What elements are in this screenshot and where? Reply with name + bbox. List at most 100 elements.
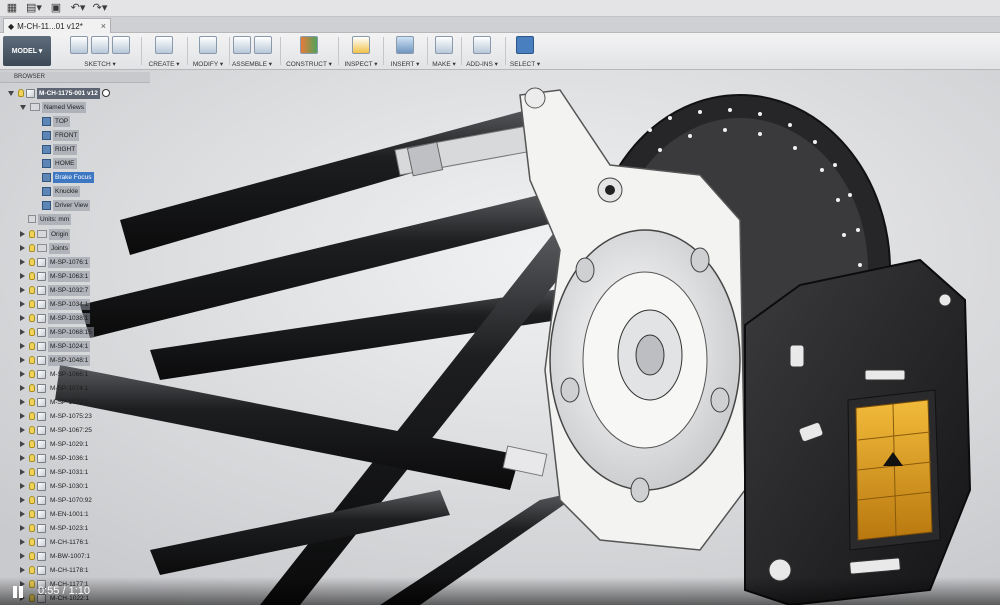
visibility-bulb-icon[interactable]: [29, 552, 35, 560]
visibility-bulb-icon[interactable]: [29, 412, 35, 420]
visibility-bulb-icon[interactable]: [29, 258, 35, 266]
expand-icon[interactable]: [20, 231, 25, 237]
visibility-bulb-icon[interactable]: [29, 510, 35, 518]
expand-icon[interactable]: [20, 427, 25, 433]
print-icon[interactable]: [435, 36, 453, 54]
visibility-bulb-icon[interactable]: [29, 538, 35, 546]
line-icon[interactable]: [91, 36, 109, 54]
component-item[interactable]: M-SP-1022:1: [20, 396, 90, 408]
visibility-bulb-icon[interactable]: [29, 524, 35, 532]
named-view-item[interactable]: Knuckle: [42, 185, 81, 197]
expand-icon[interactable]: [20, 273, 25, 279]
visibility-bulb-icon[interactable]: [29, 482, 35, 490]
component-item[interactable]: M-BW-1007:1: [20, 550, 92, 562]
component-item[interactable]: M-CH-1176:1: [20, 536, 91, 548]
component-item[interactable]: M-SP-1048:1: [20, 354, 91, 366]
expand-icon[interactable]: [20, 441, 25, 447]
visibility-bulb-icon[interactable]: [29, 370, 35, 378]
origin-folder[interactable]: Origin: [20, 228, 71, 240]
component-item[interactable]: M-SP-1076:1: [20, 256, 91, 268]
insert-group[interactable]: INSERT ▾: [386, 35, 424, 68]
expand-icon[interactable]: [20, 483, 25, 489]
redo-icon[interactable]: ↷▾: [92, 1, 108, 16]
named-view-item[interactable]: HOME: [42, 157, 77, 169]
visibility-bulb-icon[interactable]: [29, 566, 35, 574]
collapse-icon[interactable]: [8, 90, 14, 96]
named-view-item[interactable]: Driver View: [42, 199, 91, 211]
joints-folder[interactable]: Joints: [20, 242, 70, 254]
visibility-bulb-icon[interactable]: [18, 89, 24, 97]
expand-icon[interactable]: [20, 287, 25, 293]
visibility-bulb-icon[interactable]: [29, 496, 35, 504]
component-item[interactable]: M-SP-1074:1: [20, 382, 90, 394]
component-item[interactable]: M-SP-1066:1: [20, 368, 90, 380]
component-item[interactable]: M-SP-1032:7: [20, 284, 91, 296]
pause-icon[interactable]: [12, 586, 24, 598]
expand-icon[interactable]: [20, 413, 25, 419]
expand-icon[interactable]: [20, 469, 25, 475]
named-view-item[interactable]: RIGHT: [42, 143, 78, 155]
visibility-bulb-icon[interactable]: [29, 454, 35, 462]
visibility-bulb-icon[interactable]: [29, 328, 35, 336]
measure-icon[interactable]: [352, 36, 370, 54]
expand-icon[interactable]: [20, 497, 25, 503]
expand-icon[interactable]: [20, 371, 25, 377]
scripts-icon[interactable]: [473, 36, 491, 54]
expand-icon[interactable]: [20, 525, 25, 531]
named-view-item[interactable]: TOP: [42, 115, 71, 127]
visibility-bulb-icon[interactable]: [29, 342, 35, 350]
workspace-switcher[interactable]: MODEL ▾: [3, 36, 51, 66]
expand-icon[interactable]: [20, 357, 25, 363]
expand-icon[interactable]: [20, 343, 25, 349]
close-tab-icon[interactable]: ×: [101, 21, 106, 31]
construct-group[interactable]: CONSTRUCT ▾: [284, 35, 334, 68]
named-views-folder[interactable]: Named Views: [20, 101, 86, 113]
assemble-group[interactable]: ASSEMBLE ▾: [230, 35, 274, 68]
component-item[interactable]: M-SP-1067:25: [20, 424, 94, 436]
expand-icon[interactable]: [20, 245, 25, 251]
visibility-bulb-icon[interactable]: [29, 286, 35, 294]
named-view-item[interactable]: FRONT: [42, 129, 80, 141]
expand-icon[interactable]: [20, 301, 25, 307]
units-item[interactable]: Units: mm: [28, 213, 72, 225]
component-item[interactable]: M-SP-1075:23: [20, 410, 94, 422]
create-group[interactable]: CREATE ▾: [144, 35, 184, 68]
expand-icon[interactable]: [20, 511, 25, 517]
expand-icon[interactable]: [20, 567, 25, 573]
grid-icon[interactable]: ▦: [4, 1, 20, 16]
file-icon[interactable]: ▤▾: [26, 1, 42, 16]
component-item[interactable]: M-SP-1024:1: [20, 340, 91, 352]
tree-root[interactable]: M-CH-1175-001 v12: [8, 87, 110, 99]
component-item[interactable]: M-SP-1031:1: [20, 466, 90, 478]
plane-icon[interactable]: [300, 36, 318, 54]
component-item[interactable]: M-CH-1178:1: [20, 564, 91, 576]
browser-header[interactable]: BROWSER: [0, 72, 150, 83]
component-item[interactable]: M-SP-1036:1: [20, 452, 90, 464]
component-item[interactable]: M-SP-1029:1: [20, 438, 90, 450]
visibility-bulb-icon[interactable]: [29, 314, 35, 322]
expand-icon[interactable]: [20, 385, 25, 391]
sketch-icon[interactable]: [70, 36, 88, 54]
component-item[interactable]: M-SP-1030:1: [20, 480, 90, 492]
add-ins-group[interactable]: ADD-INS ▾: [462, 35, 502, 68]
component-item[interactable]: M-SP-1068:15: [20, 326, 94, 338]
undo-icon[interactable]: ↶▾: [70, 1, 86, 16]
visibility-bulb-icon[interactable]: [29, 300, 35, 308]
visibility-bulb-icon[interactable]: [29, 384, 35, 392]
visibility-bulb-icon[interactable]: [29, 426, 35, 434]
component-item[interactable]: M-SP-1034:1: [20, 298, 91, 310]
expand-icon[interactable]: [20, 399, 25, 405]
activate-radio-icon[interactable]: [101, 89, 110, 97]
press-pull-icon[interactable]: [199, 36, 217, 54]
expand-icon[interactable]: [20, 329, 25, 335]
inspect-group[interactable]: INSPECT ▾: [342, 35, 380, 68]
expand-icon[interactable]: [20, 259, 25, 265]
box-icon[interactable]: [155, 36, 173, 54]
expand-icon[interactable]: [20, 539, 25, 545]
select-cursor-icon[interactable]: [516, 36, 534, 54]
visibility-bulb-icon[interactable]: [29, 440, 35, 448]
visibility-bulb-icon[interactable]: [29, 468, 35, 476]
expand-icon[interactable]: [20, 553, 25, 559]
component-icon[interactable]: [232, 36, 251, 54]
visibility-bulb-icon[interactable]: [29, 230, 35, 238]
